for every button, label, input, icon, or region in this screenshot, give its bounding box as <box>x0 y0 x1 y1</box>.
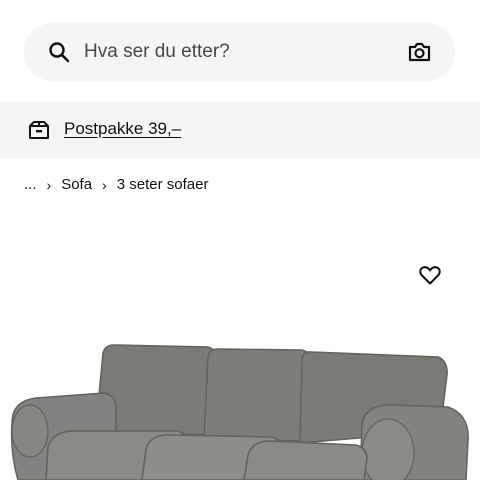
breadcrumb-separator: › <box>102 177 107 193</box>
breadcrumb: ... › Sofa › 3 seter sofaer <box>24 174 208 196</box>
breadcrumb-separator: › <box>46 177 52 193</box>
heart-icon[interactable] <box>418 263 442 287</box>
delivery-price-link[interactable]: Postpakke 39,– <box>64 101 181 159</box>
delivery-banner: Postpakke 39,– <box>0 101 480 159</box>
search-input[interactable]: Hva ser du etter? <box>84 23 230 81</box>
breadcrumb-item-sofa[interactable]: Sofa <box>61 174 92 196</box>
search-bar[interactable]: Hva ser du etter? <box>24 23 455 81</box>
breadcrumb-ellipsis[interactable]: ... <box>24 174 37 196</box>
product-gallery <box>0 210 480 480</box>
sofa-product-image[interactable] <box>0 335 480 480</box>
parcel-box-icon <box>29 121 49 139</box>
camera-icon[interactable] <box>407 40 432 64</box>
breadcrumb-item-current: 3 seter sofaer <box>116 176 209 193</box>
search-icon[interactable] <box>47 40 71 64</box>
sofa-seat-cushion-right <box>243 440 368 480</box>
sofa-back-cushion-middle <box>203 348 311 442</box>
